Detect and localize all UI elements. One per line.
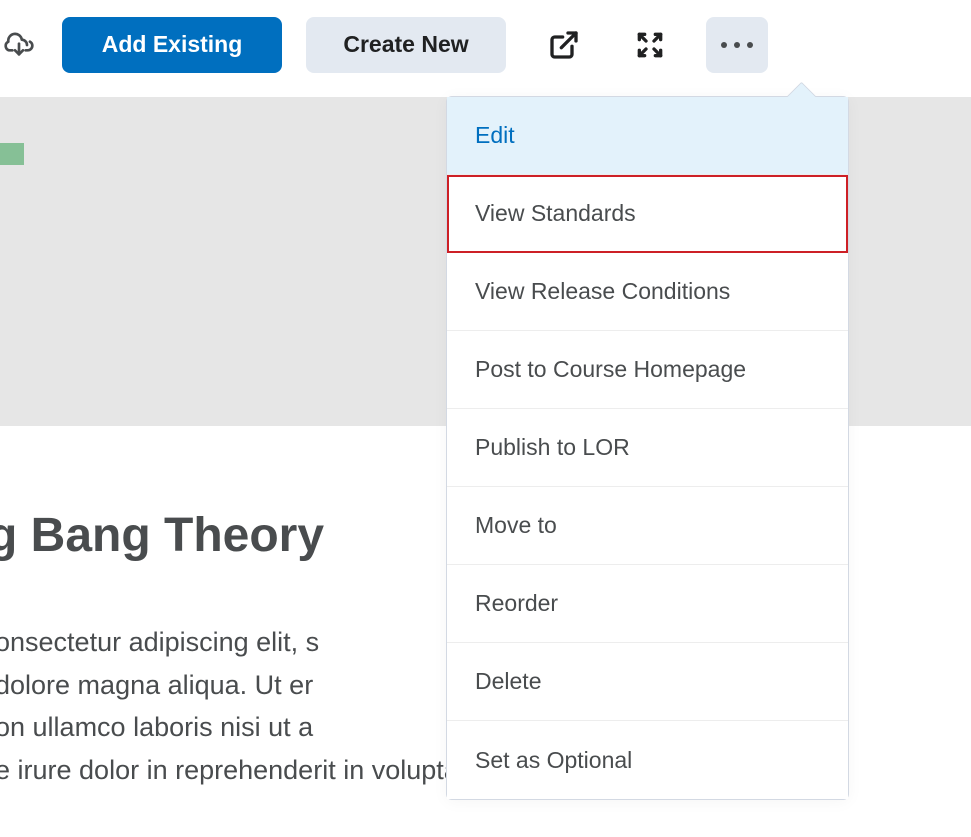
menu-item-set-as-optional[interactable]: Set as Optional — [447, 721, 848, 799]
toolbar: Add Existing Create New — [0, 0, 971, 98]
menu-item-edit[interactable]: Edit — [447, 97, 848, 175]
menu-item-post-to-course-homepage[interactable]: Post to Course Homepage — [447, 331, 848, 409]
menu-item-move-to[interactable]: Move to — [447, 487, 848, 565]
menu-item-view-release-conditions[interactable]: View Release Conditions — [447, 253, 848, 331]
menu-item-view-standards[interactable]: View Standards — [447, 175, 848, 253]
add-existing-button[interactable]: Add Existing — [62, 17, 282, 73]
bookmark-stub — [0, 143, 24, 165]
more-actions-button[interactable] — [706, 17, 768, 73]
menu-item-reorder[interactable]: Reorder — [447, 565, 848, 643]
cloud-download-icon[interactable] — [0, 20, 38, 70]
menu-item-delete[interactable]: Delete — [447, 643, 848, 721]
more-icon — [721, 42, 753, 48]
menu-item-publish-to-lor[interactable]: Publish to LOR — [447, 409, 848, 487]
create-new-button[interactable]: Create New — [306, 17, 506, 73]
context-menu: Edit View Standards View Release Conditi… — [446, 96, 849, 800]
fullscreen-button[interactable] — [620, 17, 680, 73]
open-external-button[interactable] — [534, 17, 594, 73]
